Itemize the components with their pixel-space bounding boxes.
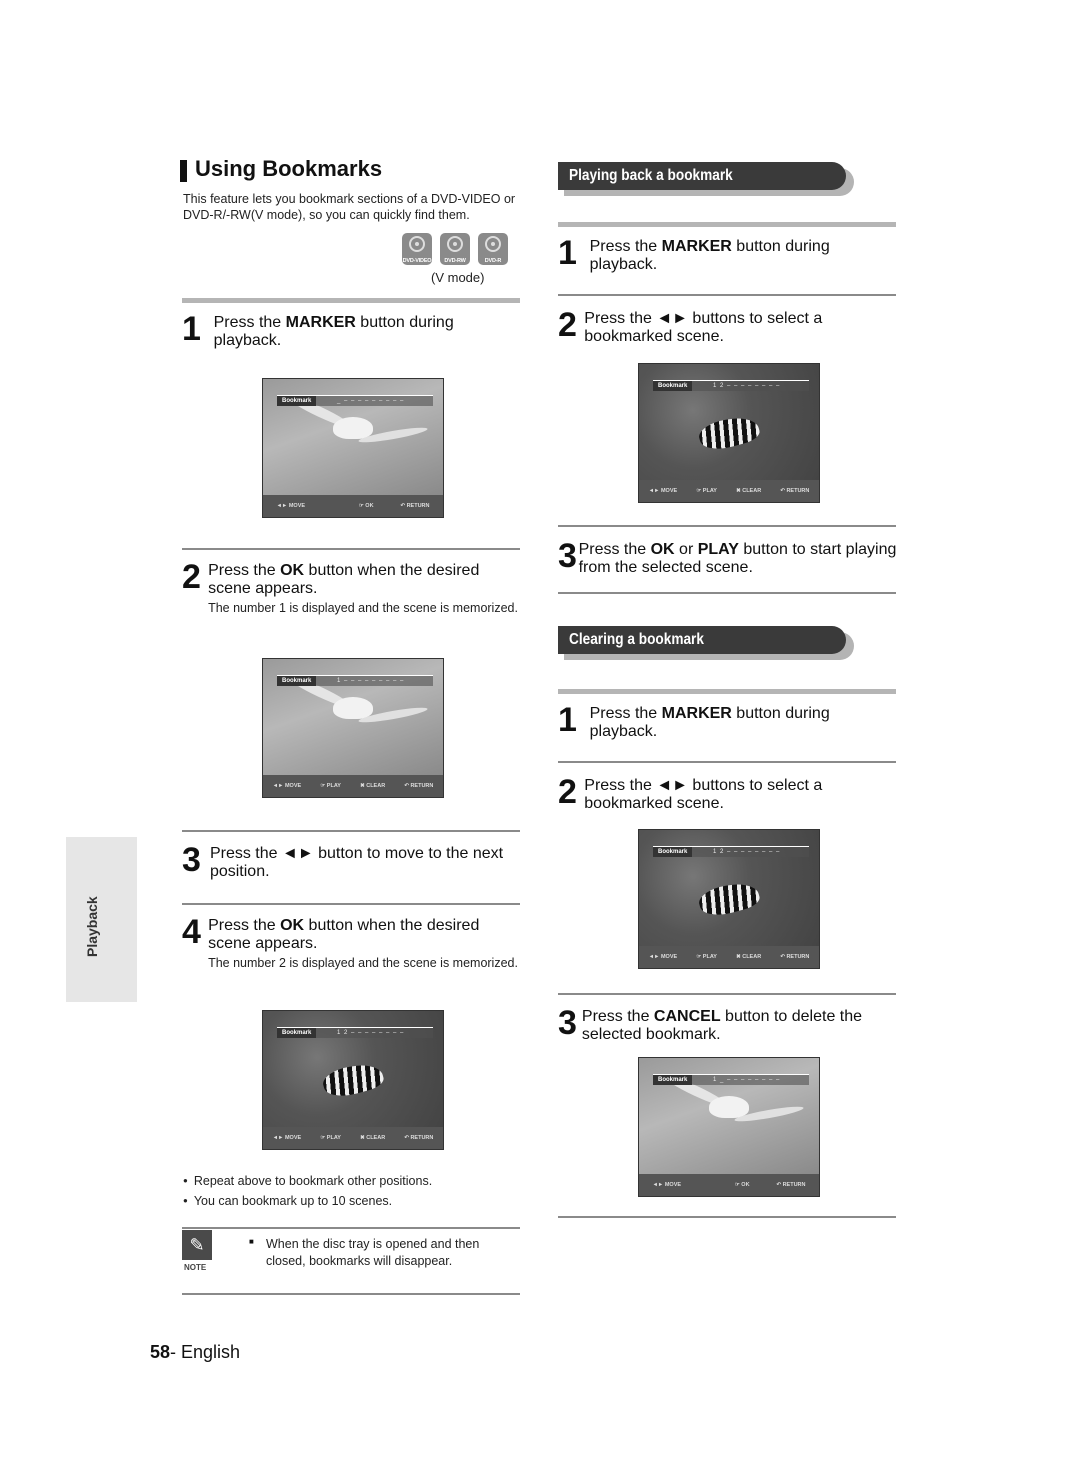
divider — [182, 1293, 520, 1295]
osd-button-bar: ◄► MOVE ☞ OK ↶ RETURN — [263, 495, 443, 517]
divider — [182, 1227, 520, 1229]
osd-screen-6: Bookmark 1 _ – – – – – – – – ◄► MOVE ☞ OK ↶… — [638, 1057, 820, 1197]
note-label: NOTE — [184, 1263, 207, 1272]
osd-screen-2: Bookmark 1 – – – – – – – – – ◄► MOVE ☞ PLA… — [262, 658, 444, 798]
divider — [558, 761, 896, 763]
divider — [182, 298, 520, 303]
left-step-3: 3 Press the ◄► button to move to the nex… — [182, 841, 504, 880]
divider — [182, 830, 520, 832]
tip-item: Repeat above to bookmark other positions… — [183, 1171, 523, 1191]
dvd-rw-icon: DVD-RW — [440, 233, 470, 265]
clear-step-3: 3 Press the CANCEL button to delete the … — [558, 1004, 863, 1043]
divider — [558, 222, 896, 227]
play-step-1: 1 Press the MARKER button during playbac… — [558, 234, 830, 273]
left-step-2: 2 Press the OK button when the desired s… — [182, 558, 518, 615]
divider — [558, 993, 896, 995]
osd-screen-3: Bookmark 1 2 – – – – – – – – ◄► MOVE ☞ PLA… — [262, 1010, 444, 1150]
play-step-2: 2 Press the ◄► buttons to select a bookm… — [558, 306, 823, 345]
page-title: Using Bookmarks — [195, 156, 383, 181]
divider — [558, 294, 896, 296]
square-bullet-icon: ■ — [249, 1237, 254, 1246]
osd-screen-4: Bookmark 1 2 – – – – – – – – ◄► MOVE ☞ PLA… — [638, 363, 820, 503]
left-step-4: 4 Press the OK button when the desired s… — [182, 913, 518, 970]
side-tab-playback: Playback — [66, 837, 137, 1002]
osd-screen-1: Bookmark _ – – – – – – – – – ◄► MOVE ☞ OK ↶… — [262, 378, 444, 518]
disc-icons: DVD-VIDEO DVD-RW DVD-R — [402, 233, 508, 265]
clear-step-2: 2 Press the ◄► buttons to select a bookm… — [558, 773, 823, 812]
play-step-3: 3 Press the OK or PLAY button to start p… — [558, 537, 897, 576]
divider — [558, 689, 896, 694]
pencil-note-icon: ✎ — [182, 1230, 212, 1260]
dvd-video-icon: DVD-VIDEO — [402, 233, 432, 265]
dvd-r-icon: DVD-R — [478, 233, 508, 265]
divider — [558, 525, 896, 527]
section-header-clearing: Clearing a bookmark — [558, 626, 854, 660]
clear-step-1: 1 Press the MARKER button during playbac… — [558, 701, 830, 740]
osd-screen-5: Bookmark 1 2 – – – – – – – – ◄► MOVE ☞ PLA… — [638, 829, 820, 969]
note-text: When the disc tray is opened and then cl… — [266, 1237, 480, 1268]
tips-list: Repeat above to bookmark other positions… — [183, 1171, 523, 1211]
divider — [182, 903, 520, 905]
section-header-playing: Playing back a bookmark — [558, 162, 854, 196]
divider — [558, 1216, 896, 1218]
bookmark-slots: _ – – – – – – – – – — [337, 398, 405, 404]
page-number: 58- English — [150, 1342, 241, 1362]
divider — [182, 548, 520, 550]
divider — [558, 592, 896, 594]
left-step-1: 1 Press the MARKER button during playbac… — [182, 310, 454, 349]
title-marker — [180, 160, 187, 182]
bookmark-tag: Bookmark — [277, 396, 317, 406]
intro-text: This feature lets you bookmark sections … — [183, 192, 516, 222]
tip-item: You can bookmark up to 10 scenes. — [183, 1191, 523, 1211]
vmode-label: (V mode) — [431, 270, 485, 285]
